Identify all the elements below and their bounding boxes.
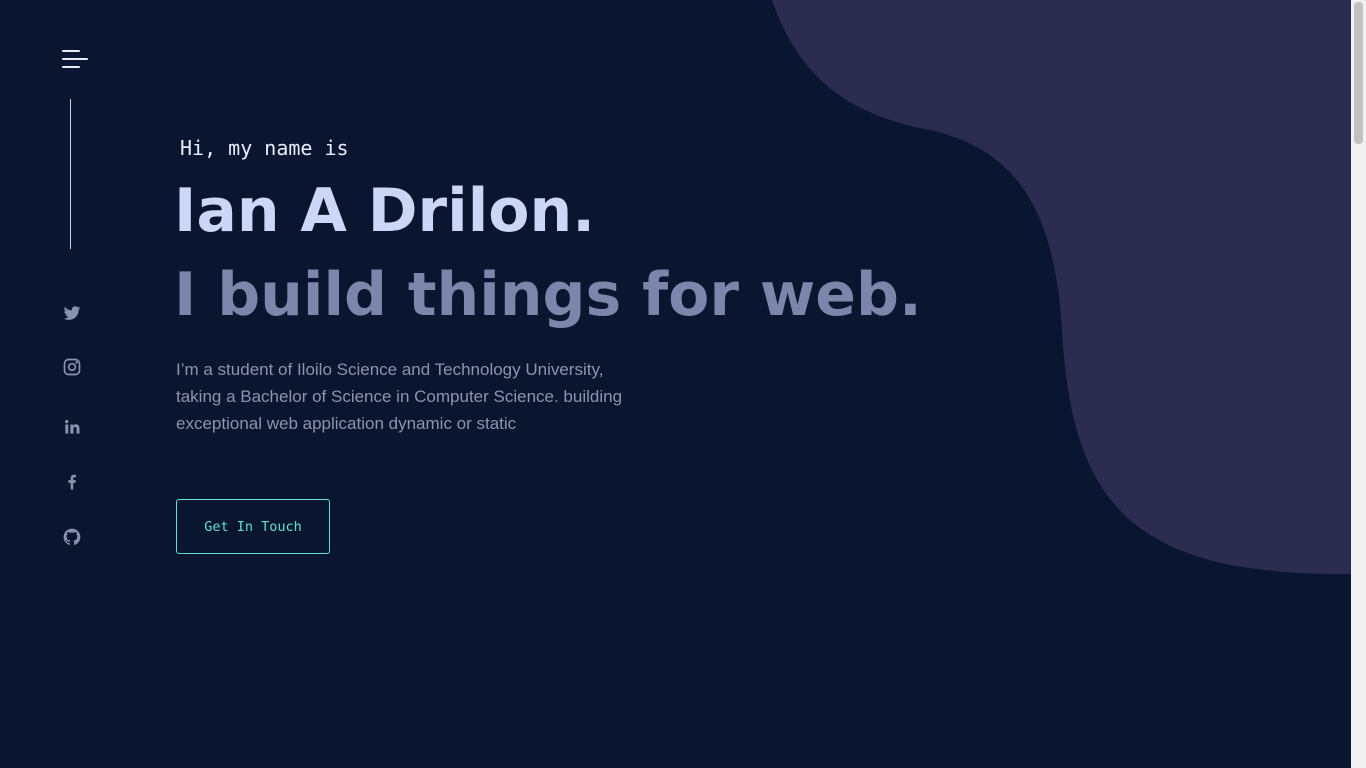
scrollbar-thumb[interactable] xyxy=(1354,2,1363,144)
greeting-text: Hi, my name is xyxy=(180,136,349,160)
twitter-icon[interactable] xyxy=(60,301,84,325)
hero-tagline: I build things for web. xyxy=(174,260,922,330)
facebook-icon[interactable] xyxy=(60,470,84,494)
linkedin-icon[interactable] xyxy=(60,415,84,439)
hamburger-menu-icon[interactable] xyxy=(62,50,90,70)
hero-name: Ian A Drilon. xyxy=(174,176,595,246)
hero-bio: I’m a student of Iloilo Science and Tech… xyxy=(176,360,623,433)
get-in-touch-button[interactable]: Get In Touch xyxy=(176,499,330,554)
sidebar-divider-line xyxy=(70,99,71,249)
page-scrollbar[interactable] xyxy=(1351,0,1366,768)
instagram-icon[interactable] xyxy=(60,355,84,379)
portfolio-page: Hi, my name is Ian A Drilon. I build thi… xyxy=(0,0,1366,768)
github-icon[interactable] xyxy=(60,525,84,549)
